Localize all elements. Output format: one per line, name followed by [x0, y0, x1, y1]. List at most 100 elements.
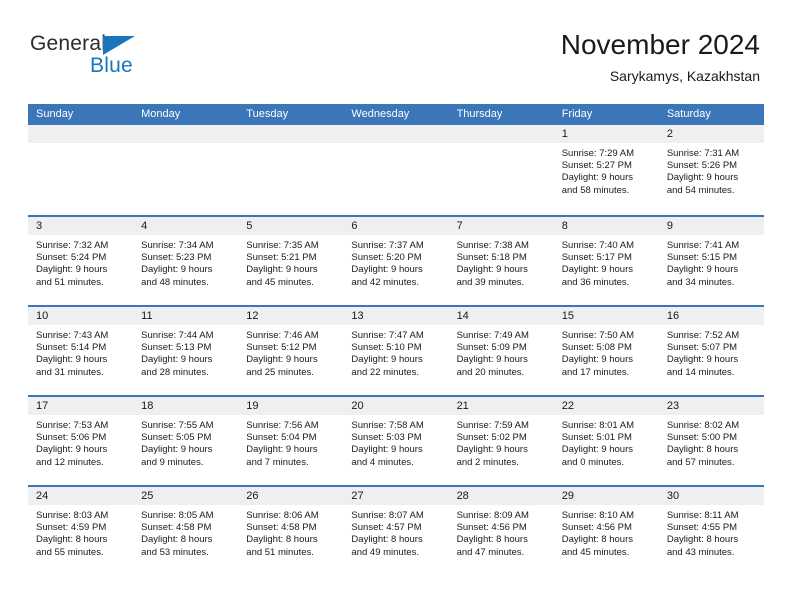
day-number: 12	[238, 307, 344, 325]
day-cell[interactable]: 19 Sunrise: 7:56 AM Sunset: 5:04 PM Dayl…	[238, 397, 344, 485]
page-title: November 2024	[560, 29, 760, 60]
day-cell[interactable]: 28 Sunrise: 8:09 AM Sunset: 4:56 PM Dayl…	[448, 487, 554, 575]
sunset-text: Sunset: 5:09 PM	[456, 342, 527, 354]
day-number: 26	[238, 487, 344, 505]
sunrise-text: Sunrise: 7:52 AM	[666, 330, 740, 341]
location-subtitle: Sarykamys, Kazakhstan	[609, 68, 760, 84]
day-number: 22	[553, 397, 659, 415]
day-details: Sunrise: 7:46 AM Sunset: 5:12 PM Dayligh…	[238, 325, 343, 379]
sunrise-text: Sunrise: 8:02 AM	[666, 420, 740, 431]
day-cell[interactable]: 2 Sunrise: 7:31 AM Sunset: 5:26 PM Dayli…	[658, 125, 764, 213]
page-header: General Blue November 2024 Sarykamys, Ka…	[0, 0, 792, 104]
sunset-text: Sunset: 5:13 PM	[141, 342, 212, 354]
sunset-text: Sunset: 5:14 PM	[36, 342, 107, 354]
daylight-text-line1: Daylight: 8 hours	[456, 534, 528, 546]
day-number: 8	[553, 217, 659, 235]
day-number: 14	[448, 307, 554, 325]
daylight-text-line2: and 43 minutes.	[666, 546, 735, 558]
day-cell[interactable]: 17 Sunrise: 7:53 AM Sunset: 5:06 PM Dayl…	[28, 397, 134, 485]
day-cell[interactable]: 20 Sunrise: 7:58 AM Sunset: 5:03 PM Dayl…	[343, 397, 449, 485]
daylight-text-line2: and 39 minutes.	[456, 276, 525, 288]
day-cell[interactable]: 12 Sunrise: 7:46 AM Sunset: 5:12 PM Dayl…	[238, 307, 344, 395]
day-cell[interactable]: 30 Sunrise: 8:11 AM Sunset: 4:55 PM Dayl…	[658, 487, 764, 575]
day-details: Sunrise: 7:43 AM Sunset: 5:14 PM Dayligh…	[28, 325, 133, 379]
day-details: Sunrise: 7:58 AM Sunset: 5:03 PM Dayligh…	[343, 415, 448, 469]
weekday-friday: Friday	[561, 108, 593, 120]
daylight-text-line1: Daylight: 8 hours	[666, 534, 739, 546]
day-number: 30	[658, 487, 764, 505]
sunset-text: Sunset: 4:57 PM	[351, 522, 422, 534]
daylight-text-line1: Daylight: 9 hours	[36, 444, 108, 456]
day-cell[interactable]: 18 Sunrise: 7:55 AM Sunset: 5:05 PM Dayl…	[133, 397, 239, 485]
day-details: Sunrise: 8:05 AM Sunset: 4:58 PM Dayligh…	[133, 505, 238, 559]
daylight-text-line2: and 45 minutes.	[246, 276, 314, 288]
sunset-text: Sunset: 5:15 PM	[666, 252, 738, 264]
daylight-text-line2: and 57 minutes.	[666, 456, 735, 468]
weekday-tuesday: Tuesday	[246, 108, 289, 120]
weekday-header-row: Sunday Monday Tuesday Wednesday Thursday…	[28, 104, 764, 125]
day-details	[343, 143, 448, 148]
day-cell[interactable]	[28, 125, 134, 213]
day-cell[interactable]: 22 Sunrise: 8:01 AM Sunset: 5:01 PM Dayl…	[553, 397, 659, 485]
sunrise-text: Sunrise: 7:37 AM	[351, 240, 424, 251]
day-details: Sunrise: 7:38 AM Sunset: 5:18 PM Dayligh…	[449, 235, 554, 289]
weekday-thursday: Thursday	[456, 108, 503, 120]
day-details: Sunrise: 7:29 AM Sunset: 5:27 PM Dayligh…	[554, 143, 659, 197]
daylight-text-line1: Daylight: 9 hours	[456, 264, 528, 276]
day-cell[interactable]: 11 Sunrise: 7:44 AM Sunset: 5:13 PM Dayl…	[133, 307, 239, 395]
day-cell[interactable]: 8 Sunrise: 7:40 AM Sunset: 5:17 PM Dayli…	[553, 217, 659, 305]
day-cell[interactable]: 24 Sunrise: 8:03 AM Sunset: 4:59 PM Dayl…	[28, 487, 134, 575]
daylight-text-line2: and 31 minutes.	[36, 366, 104, 378]
daylight-text-line1: Daylight: 8 hours	[561, 534, 633, 546]
week-row: 10 Sunrise: 7:43 AM Sunset: 5:14 PM Dayl…	[28, 305, 764, 395]
day-cell[interactable]	[238, 125, 344, 213]
day-details: Sunrise: 7:35 AM Sunset: 5:21 PM Dayligh…	[238, 235, 343, 289]
day-cell[interactable]: 23 Sunrise: 8:02 AM Sunset: 5:00 PM Dayl…	[658, 397, 764, 485]
day-details: Sunrise: 7:55 AM Sunset: 5:05 PM Dayligh…	[133, 415, 238, 469]
day-cell[interactable]: 3 Sunrise: 7:32 AM Sunset: 5:24 PM Dayli…	[28, 217, 134, 305]
day-cell[interactable]: 21 Sunrise: 7:59 AM Sunset: 5:02 PM Dayl…	[448, 397, 554, 485]
daylight-text-line1: Daylight: 8 hours	[36, 534, 108, 546]
day-details: Sunrise: 8:10 AM Sunset: 4:56 PM Dayligh…	[554, 505, 659, 559]
day-cell[interactable]: 13 Sunrise: 7:47 AM Sunset: 5:10 PM Dayl…	[343, 307, 449, 395]
day-cell[interactable]: 5 Sunrise: 7:35 AM Sunset: 5:21 PM Dayli…	[238, 217, 344, 305]
sunset-text: Sunset: 5:08 PM	[561, 342, 632, 354]
day-details: Sunrise: 7:52 AM Sunset: 5:07 PM Dayligh…	[659, 325, 764, 379]
daylight-text-line2: and 0 minutes.	[561, 456, 625, 468]
day-cell[interactable]	[133, 125, 239, 213]
week-row: 17 Sunrise: 7:53 AM Sunset: 5:06 PM Dayl…	[28, 395, 764, 485]
day-cell[interactable]: 6 Sunrise: 7:37 AM Sunset: 5:20 PM Dayli…	[343, 217, 449, 305]
day-cell[interactable]: 9 Sunrise: 7:41 AM Sunset: 5:15 PM Dayli…	[658, 217, 764, 305]
day-cell[interactable]: 25 Sunrise: 8:05 AM Sunset: 4:58 PM Dayl…	[133, 487, 239, 575]
day-cell[interactable]: 14 Sunrise: 7:49 AM Sunset: 5:09 PM Dayl…	[448, 307, 554, 395]
day-cell[interactable]: 10 Sunrise: 7:43 AM Sunset: 5:14 PM Dayl…	[28, 307, 134, 395]
day-cell[interactable]: 7 Sunrise: 7:38 AM Sunset: 5:18 PM Dayli…	[448, 217, 554, 305]
week-row: 3 Sunrise: 7:32 AM Sunset: 5:24 PM Dayli…	[28, 215, 764, 305]
sunrise-text: Sunrise: 7:34 AM	[141, 240, 214, 251]
day-details	[133, 143, 238, 148]
day-cell[interactable]: 4 Sunrise: 7:34 AM Sunset: 5:23 PM Dayli…	[133, 217, 239, 305]
day-details: Sunrise: 8:03 AM Sunset: 4:59 PM Dayligh…	[28, 505, 133, 559]
day-cell[interactable]	[448, 125, 554, 213]
day-details: Sunrise: 7:32 AM Sunset: 5:24 PM Dayligh…	[28, 235, 133, 289]
day-cell[interactable]: 15 Sunrise: 7:50 AM Sunset: 5:08 PM Dayl…	[553, 307, 659, 395]
sunrise-text: Sunrise: 8:07 AM	[351, 510, 424, 521]
daylight-text-line2: and 42 minutes.	[351, 276, 420, 288]
day-number: 20	[343, 397, 449, 415]
day-cell[interactable]: 16 Sunrise: 7:52 AM Sunset: 5:07 PM Dayl…	[658, 307, 764, 395]
daylight-text-line2: and 48 minutes.	[141, 276, 209, 288]
sunrise-text: Sunrise: 7:58 AM	[351, 420, 424, 431]
day-cell[interactable]: 27 Sunrise: 8:07 AM Sunset: 4:57 PM Dayl…	[343, 487, 449, 575]
day-cell[interactable]	[343, 125, 449, 213]
sunset-text: Sunset: 5:05 PM	[141, 432, 212, 444]
day-details: Sunrise: 7:34 AM Sunset: 5:23 PM Dayligh…	[133, 235, 238, 289]
day-cell[interactable]: 29 Sunrise: 8:10 AM Sunset: 4:56 PM Dayl…	[553, 487, 659, 575]
daylight-text-line1: Daylight: 8 hours	[246, 534, 318, 546]
generalblue-logo[interactable]: General Blue	[30, 32, 250, 88]
day-cell[interactable]: 1 Sunrise: 7:29 AM Sunset: 5:27 PM Dayli…	[553, 125, 659, 213]
daylight-text-line1: Daylight: 9 hours	[246, 444, 318, 456]
sunset-text: Sunset: 5:00 PM	[666, 432, 738, 444]
day-number: 1	[553, 125, 659, 143]
day-cell[interactable]: 26 Sunrise: 8:06 AM Sunset: 4:58 PM Dayl…	[238, 487, 344, 575]
sunrise-text: Sunrise: 7:47 AM	[351, 330, 424, 341]
